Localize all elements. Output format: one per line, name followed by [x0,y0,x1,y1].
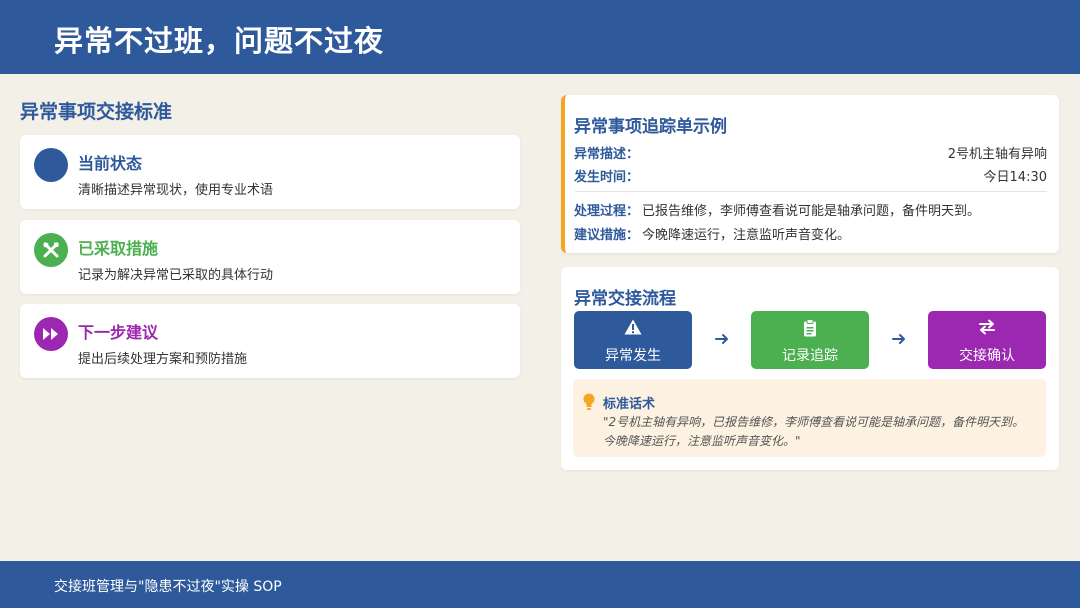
card-title: 当前状态 [78,154,143,173]
footer-bar: 交接班管理与"隐患不过夜"实操 SOP [0,561,1080,608]
card-desc: 记录为解决异常已采取的具体行动 [78,268,274,283]
time-label: 发生时间： [574,170,640,185]
suggest-value: 今晚降速运行，注意监听声音变化。 [642,228,851,243]
step-label: 异常发生 [605,348,661,364]
quote-title: 标准话术 [603,397,656,412]
desc-label: 异常描述： [574,147,640,162]
card-desc: 提出后续处理方案和预防措施 [78,352,248,367]
step-handover-confirm: 交接确认 [928,311,1046,369]
card-current-status: 当前状态 清晰描述异常现状，使用专业术语 [20,135,520,209]
divider [575,191,1047,192]
arrow-right-icon [714,331,730,347]
warning-icon [574,319,692,337]
flow-title: 异常交接流程 [574,289,676,309]
clipboard-icon [751,319,869,337]
card-title: 已采取措施 [78,239,159,258]
arrow-right-icon [891,331,907,347]
card-desc: 清晰描述异常现状，使用专业术语 [78,183,274,198]
process-label: 处理过程： [574,204,640,219]
lightbulb-icon [583,393,595,415]
tracker-title: 异常事项追踪单示例 [574,117,727,137]
header-bar: 异常不过班，问题不过夜 [0,0,1080,74]
page-title: 异常不过班，问题不过夜 [54,24,385,58]
step-label: 交接确认 [959,348,1015,364]
desc-value: 2号机主轴有异响 [947,147,1047,162]
exchange-icon [928,319,1046,337]
tools-icon [34,233,68,267]
flow-panel: 异常交接流程 异常发生 记录追踪 交接确认 标准话术 "2号机主轴有异响，已报告… [561,267,1059,470]
card-actions-taken: 已采取措施 记录为解决异常已采取的具体行动 [20,220,520,294]
step-label: 记录追踪 [782,348,838,364]
circle-icon [34,148,68,182]
card-next-steps: 下一步建议 提出后续处理方案和预防措施 [20,304,520,378]
process-value: 已报告维修，李师傅查看说可能是轴承问题，备件明天到。 [642,204,981,219]
step-exception-occurs: 异常发生 [574,311,692,369]
footer-text: 交接班管理与"隐患不过夜"实操 SOP [54,579,282,595]
quote-text: "2号机主轴有异响，已报告维修，李师傅查看说可能是轴承问题，备件明天到。今晚降速… [603,415,1025,448]
suggest-label: 建议措施： [574,228,640,243]
fast-forward-icon [34,317,68,351]
tracker-panel: 异常事项追踪单示例 异常描述： 2号机主轴有异响 发生时间： 今日14:30 处… [561,95,1059,253]
time-value: 今日14:30 [983,170,1047,185]
left-section-title: 异常事项交接标准 [20,101,173,123]
step-record-tracking: 记录追踪 [751,311,869,369]
standard-phrase-box: 标准话术 "2号机主轴有异响，已报告维修，李师傅查看说可能是轴承问题，备件明天到… [573,379,1046,457]
card-title: 下一步建议 [78,323,159,342]
